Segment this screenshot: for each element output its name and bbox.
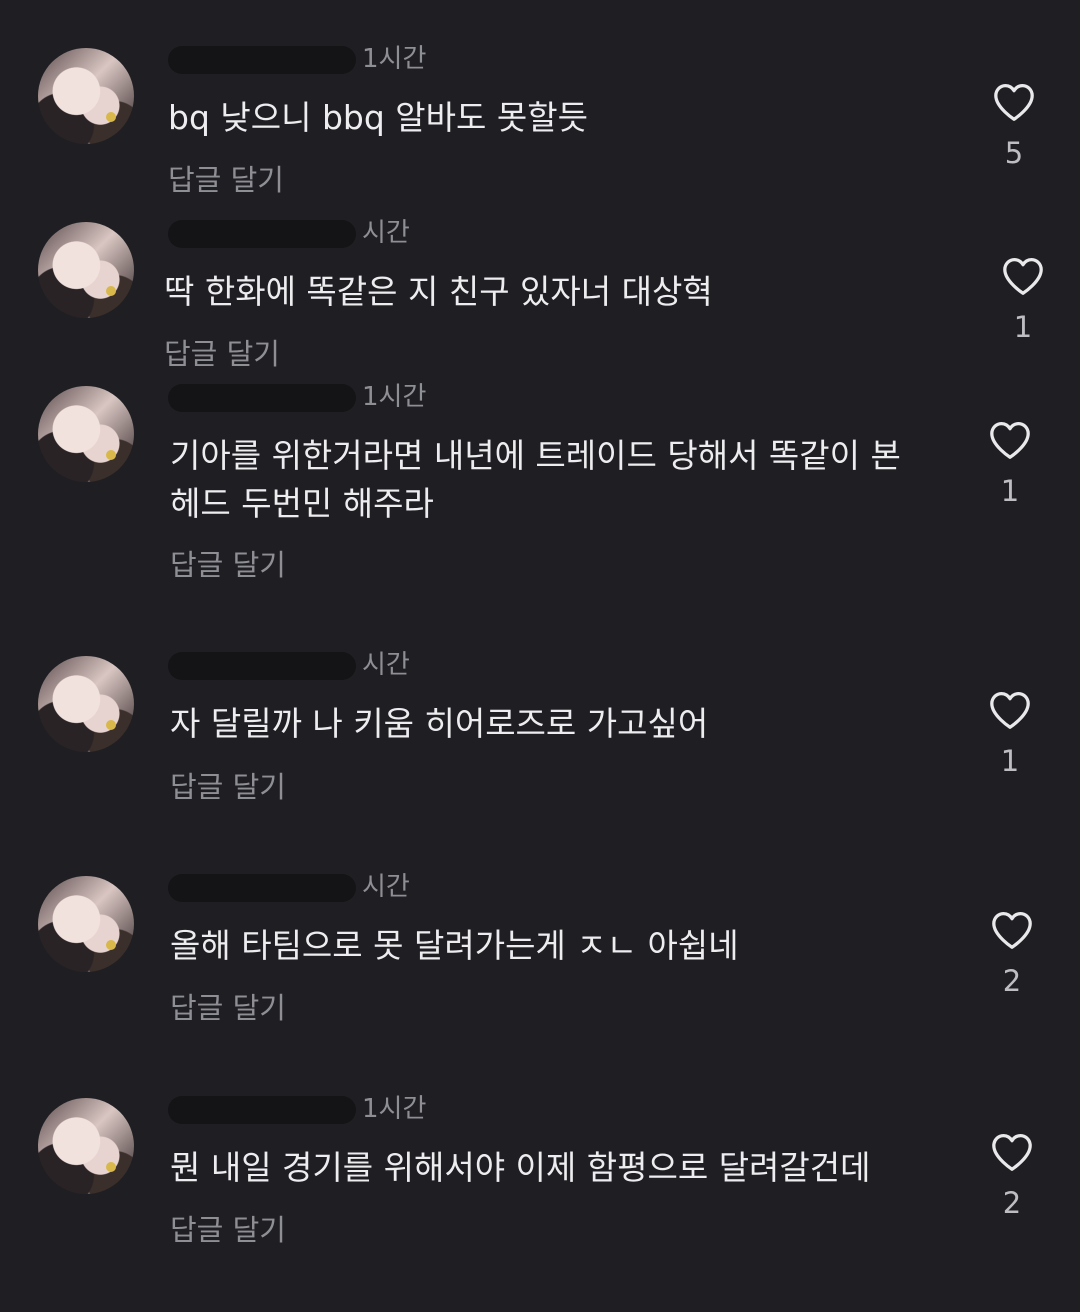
timestamp: 시간 [362, 218, 410, 248]
timestamp: 1시간 [362, 44, 427, 74]
redacted-username [168, 383, 356, 412]
comment-text: 딱 한화에 똑같은 지 친구 있자너 대상혁 [164, 272, 713, 311]
comment-meta: 시간 [168, 648, 410, 682]
avatar[interactable] [38, 222, 134, 318]
avatar[interactable] [38, 876, 134, 972]
heart-outline-icon[interactable] [1001, 256, 1045, 296]
redacted-username [168, 873, 356, 902]
like-count: 5 [1004, 136, 1024, 170]
timestamp: 시간 [362, 872, 410, 902]
heart-outline-icon[interactable] [990, 910, 1034, 950]
like-count: 2 [1002, 1186, 1022, 1220]
redacted-username [168, 1095, 356, 1124]
comment-text: 자 달릴까 나 키움 히어로즈로 가고싶어 [170, 704, 709, 743]
like-count: 1 [1013, 310, 1033, 344]
reply-button[interactable]: 답글 달기 [170, 1207, 286, 1249]
reply-button[interactable]: 답글 달기 [164, 331, 280, 373]
heart-outline-icon[interactable] [988, 690, 1032, 730]
comment-text: 기아를 위한거라면 내년에 트레이드 당해서 똑같이 본헤드 두번민 해주라 [170, 436, 901, 523]
heart-outline-icon[interactable] [988, 420, 1032, 460]
avatar[interactable] [38, 48, 134, 144]
comment-text: 올해 타팀으로 못 달려가는게 ㅈㄴ 아쉽네 [170, 926, 739, 965]
comment-meta: 1시간 [168, 380, 426, 414]
heart-outline-icon[interactable] [990, 1132, 1034, 1172]
like-count: 2 [1002, 964, 1022, 998]
timestamp: 1시간 [362, 382, 427, 412]
timestamp: 1시간 [362, 1094, 427, 1124]
avatar[interactable] [38, 386, 134, 482]
heart-outline-icon[interactable] [992, 82, 1036, 122]
like-count: 1 [1000, 474, 1020, 508]
redacted-username [168, 219, 356, 248]
timestamp: 시간 [362, 650, 410, 680]
reply-button[interactable]: 답글 달기 [170, 542, 286, 584]
redacted-username [168, 45, 356, 74]
comment-meta: 1시간 [168, 42, 426, 76]
redacted-username [168, 651, 356, 680]
reply-button[interactable]: 답글 달기 [170, 764, 286, 806]
avatar[interactable] [38, 656, 134, 752]
comment-meta: 시간 [168, 216, 410, 250]
reply-button[interactable]: 답글 달기 [168, 157, 284, 199]
comment-meta: 1시간 [168, 1092, 426, 1126]
comment-text: 뭔 내일 경기를 위해서야 이제 함평으로 달려갈건데 [170, 1148, 871, 1187]
like-count: 1 [1000, 744, 1020, 778]
comment-meta: 시간 [168, 870, 410, 904]
avatar[interactable] [38, 1098, 134, 1194]
comment-text: bq 낮으니 bbq 알바도 못할듯 [168, 98, 588, 137]
reply-button[interactable]: 답글 달기 [170, 985, 286, 1027]
